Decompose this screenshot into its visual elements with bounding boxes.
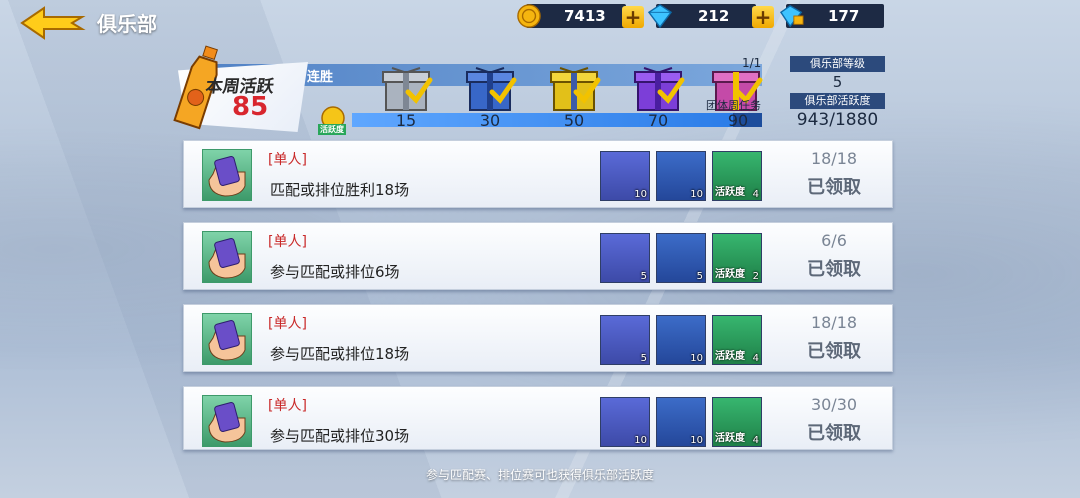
gold-coin-value: 7413 bbox=[564, 7, 606, 25]
activity-strip-text: 连胜 bbox=[307, 70, 334, 85]
reward-count: 10 bbox=[634, 435, 647, 446]
silver-gift-icon[interactable] bbox=[378, 58, 434, 112]
reward-count: 10 bbox=[634, 189, 647, 200]
ticket-reward-icon[interactable]: 5 bbox=[600, 315, 650, 365]
blue-diamond-value: 212 bbox=[698, 7, 730, 25]
task-name: 参与匹配或排位30场 bbox=[270, 427, 410, 445]
task-progress: 18/18 bbox=[810, 149, 858, 168]
activity-coin-label: 活跃度 bbox=[318, 124, 346, 135]
task-status: 已领取 bbox=[807, 177, 861, 198]
task-progress: 30/30 bbox=[810, 395, 858, 414]
task-name: 匹配或排位胜利18场 bbox=[270, 181, 410, 199]
task-status: 已领取 bbox=[807, 341, 861, 362]
club-activity-label: 俱乐部活跃度 bbox=[790, 93, 885, 109]
gold-coin-icon bbox=[517, 4, 541, 28]
task-tag: [单人] bbox=[268, 398, 307, 414]
club-level-label: 俱乐部等级 bbox=[790, 56, 885, 72]
reward-count: 10 bbox=[690, 435, 703, 446]
task-row: [单人] 匹配或排位胜利18场 10 10 4 活跃度 18/18 已领取 bbox=[183, 140, 893, 208]
weekly-activity-value: 85 bbox=[232, 92, 269, 122]
milestone-label: 15 bbox=[395, 111, 417, 130]
milestone-label: 50 bbox=[563, 111, 585, 130]
coin-reward-icon[interactable]: 10 bbox=[656, 315, 706, 365]
task-name: 参与匹配或排位18场 bbox=[270, 345, 410, 363]
purple-gift-icon[interactable] bbox=[630, 58, 686, 112]
milestone-label: 30 bbox=[479, 111, 501, 130]
activity-reward-icon[interactable]: 4 活跃度 bbox=[712, 397, 762, 447]
ticket-reward-icon[interactable]: 10 bbox=[600, 151, 650, 201]
reward-count: 5 bbox=[640, 353, 647, 364]
reward-count: 2 bbox=[752, 271, 759, 282]
hand-card-icon bbox=[202, 149, 252, 201]
coin-reward-icon[interactable]: 10 bbox=[656, 151, 706, 201]
task-tag: [单人] bbox=[268, 152, 307, 168]
milestone-label: 70 bbox=[647, 111, 669, 130]
coin-reward-icon[interactable]: 10 bbox=[656, 397, 706, 447]
back-arrow-icon[interactable] bbox=[18, 4, 88, 42]
reward-count: 5 bbox=[640, 271, 647, 282]
page-title: 俱乐部 bbox=[97, 12, 157, 36]
ticket-reward-icon[interactable]: 5 bbox=[600, 233, 650, 283]
coin-reward-icon[interactable]: 5 bbox=[656, 233, 706, 283]
hand-card-icon bbox=[202, 231, 252, 283]
task-status: 已领取 bbox=[807, 259, 861, 280]
add-diamond-button[interactable]: + bbox=[752, 6, 774, 28]
task-row: [单人] 参与匹配或排位18场 5 10 4 活跃度 18/18 已领取 bbox=[183, 304, 893, 372]
gold-gift-icon[interactable] bbox=[546, 58, 602, 112]
locked-diamond-icon bbox=[779, 5, 804, 28]
hand-card-icon bbox=[202, 395, 252, 447]
task-tag: [单人] bbox=[268, 316, 307, 332]
hand-card-icon bbox=[202, 313, 252, 365]
activity-reward-label: 活跃度 bbox=[715, 433, 745, 444]
club-level-value: 5 bbox=[832, 73, 843, 91]
activity-reward-label: 活跃度 bbox=[715, 269, 745, 280]
activity-reward-icon[interactable]: 2 活跃度 bbox=[712, 233, 762, 283]
task-row: [单人] 参与匹配或排位30场 10 10 4 活跃度 30/30 已领取 bbox=[183, 386, 893, 450]
activity-reward-label: 活跃度 bbox=[715, 351, 745, 362]
add-gold-button[interactable]: + bbox=[622, 6, 644, 28]
reward-count: 4 bbox=[752, 435, 759, 446]
activity-reward-icon[interactable]: 4 活跃度 bbox=[712, 315, 762, 365]
activity-reward-icon[interactable]: 4 活跃度 bbox=[712, 151, 762, 201]
milestone-label: 90 bbox=[727, 111, 749, 130]
task-status: 已领取 bbox=[807, 423, 861, 444]
blue-diamond-icon bbox=[647, 4, 673, 28]
reward-count: 4 bbox=[752, 353, 759, 364]
activity-reward-label: 活跃度 bbox=[715, 187, 745, 198]
footer-hint: 参与匹配赛、排位赛可也获得俱乐部活跃度 bbox=[425, 468, 654, 482]
task-row: [单人] 参与匹配或排位6场 5 5 2 活跃度 6/6 已领取 bbox=[183, 222, 893, 290]
reward-count: 10 bbox=[690, 353, 703, 364]
task-progress: 18/18 bbox=[810, 313, 858, 332]
reward-count: 4 bbox=[752, 189, 759, 200]
task-tag: [单人] bbox=[268, 234, 307, 250]
reward-count: 10 bbox=[690, 189, 703, 200]
ticket-reward-icon[interactable]: 10 bbox=[600, 397, 650, 447]
task-progress: 6/6 bbox=[821, 231, 847, 250]
locked-diamond-value: 177 bbox=[828, 7, 860, 25]
club-activity-value: 943/1880 bbox=[796, 110, 879, 130]
blue-gift-icon[interactable] bbox=[462, 58, 518, 112]
team-task-count: 1/1 bbox=[742, 56, 762, 70]
task-name: 参与匹配或排位6场 bbox=[270, 263, 400, 281]
reward-count: 5 bbox=[696, 271, 703, 282]
